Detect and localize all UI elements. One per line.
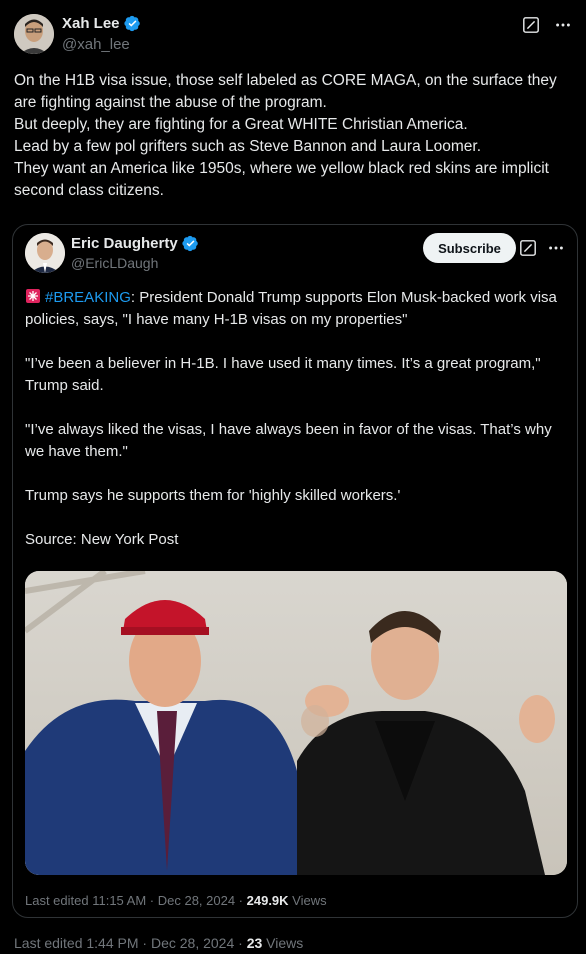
quoted-author-name-text[interactable]: Eric Daugherty [71,235,178,252]
tweet-container: Xah Lee @xah_lee On the H1B visa issue, … [0,0,586,954]
more-dots-icon[interactable] [554,16,572,34]
author-handle[interactable]: @xah_lee [62,36,130,53]
verified-badge-icon [123,15,140,32]
views-count: 23 [246,935,263,951]
tweet-footer: Last edited 1:44 PM · Dec 28, 2024 · 23 … [14,935,303,951]
siren-emoji-icon [26,289,40,303]
quoted-author-avatar[interactable] [25,233,65,273]
tweet-text: On the H1B visa issue, those self labele… [14,72,557,199]
author-avatar[interactable] [14,14,54,54]
author-name-text[interactable]: Xah Lee [62,15,120,32]
quoted-tweet-photo[interactable] [25,571,567,875]
subscribe-button[interactable]: Subscribe [423,233,516,263]
footer-timestamp[interactable]: Last edited 1:44 PM · Dec 28, 2024 · [14,935,247,951]
more-dots-icon[interactable] [547,239,565,257]
quoted-views-label: Views [288,893,327,908]
views-label: Views [262,935,304,951]
quoted-footer-timestamp[interactable]: Last edited 11:15 AM · Dec 28, 2024 · [25,893,247,908]
quoted-paragraph-3: "I’ve always liked the visas, I have alw… [25,421,552,460]
quoted-author-handle[interactable]: @EricLDaugh [71,255,158,271]
author-name[interactable]: Xah Lee [62,15,141,32]
quoted-paragraph-4: Trump says he supports them for 'highly … [25,487,401,504]
quoted-author-name[interactable]: Eric Daugherty [71,235,199,252]
verified-badge-icon [182,235,198,252]
quoted-paragraph-1: #BREAKING: President Donald Trump suppor… [25,287,570,331]
top-actions [522,16,572,34]
breaking-hashtag-link[interactable]: #BREAKING [45,289,131,306]
quoted-tweet-footer: Last edited 11:15 AM · Dec 28, 2024 · 24… [25,893,327,908]
quoted-tweet-text: #BREAKING: President Donald Trump suppor… [25,287,570,573]
quoted-paragraph-5: Source: New York Post [25,531,179,548]
edit-square-icon[interactable] [519,239,537,257]
quoted-actions [519,239,565,257]
edit-square-icon[interactable] [522,16,540,34]
quoted-views-count: 249.9K [246,893,289,908]
quoted-tweet-card[interactable]: Eric Daugherty @EricLDaugh Subscribe #BR… [12,224,578,918]
quoted-paragraph-2: "I’ve been a believer in H-1B. I have us… [25,355,541,394]
